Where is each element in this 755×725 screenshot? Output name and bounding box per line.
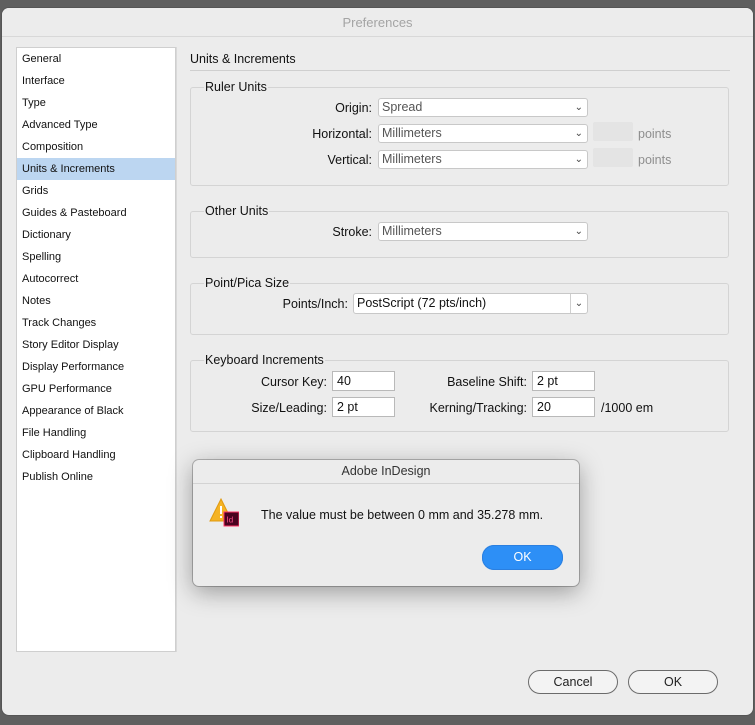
sidebar-item-general[interactable]: General <box>17 48 175 70</box>
sidebar-item-advanced-type[interactable]: Advanced Type <box>17 114 175 136</box>
keyboard-increments-group: Keyboard Increments <box>190 353 729 432</box>
sidebar-item-notes[interactable]: Notes <box>17 290 175 312</box>
chevron-down-icon: ⌄ <box>574 128 583 139</box>
sidebar-item-clipboard-handling[interactable]: Clipboard Handling <box>17 444 175 466</box>
horizontal-points-field <box>593 122 633 141</box>
alert-ok-button[interactable]: OK <box>482 545 563 570</box>
sidebar-item-autocorrect[interactable]: Autocorrect <box>17 268 175 290</box>
page-title: Units & Increments <box>190 52 296 66</box>
sidebar-divider <box>176 47 177 652</box>
indesign-icon-text: Id <box>227 516 234 525</box>
horizontal-units-select[interactable]: Millimeters ⌄ <box>378 124 588 143</box>
kerning-unit-label: /1000 em <box>601 401 654 415</box>
stroke-value: Millimeters <box>382 224 442 238</box>
sidebar-item-units-increments[interactable]: Units & Increments <box>17 158 175 180</box>
horizontal-points-label: points <box>638 127 672 141</box>
size-leading-input[interactable]: 2 pt <box>332 397 395 417</box>
ok-button[interactable]: OK <box>628 670 718 694</box>
sidebar-item-interface[interactable]: Interface <box>17 70 175 92</box>
sidebar-item-composition[interactable]: Composition <box>17 136 175 158</box>
sidebar-item-story-editor-display[interactable]: Story Editor Display <box>17 334 175 356</box>
keyboard-increments-title: Keyboard Increments <box>204 353 325 367</box>
window-title: Preferences <box>2 8 753 37</box>
chevron-down-icon: ⌄ <box>570 294 587 313</box>
sidebar-item-dictionary[interactable]: Dictionary <box>17 224 175 246</box>
alert-dialog: Adobe InDesign Id The value must be betw… <box>193 460 579 586</box>
sidebar-item-appearance-of-black[interactable]: Appearance of Black <box>17 400 175 422</box>
sidebar-item-file-handling[interactable]: File Handling <box>17 422 175 444</box>
points-per-inch-label: Points/Inch: <box>282 297 348 311</box>
vertical-value: Millimeters <box>382 152 442 166</box>
vertical-units-select[interactable]: Millimeters ⌄ <box>378 150 588 169</box>
size-leading-label: Size/Leading: <box>251 401 327 415</box>
title-divider <box>190 70 730 71</box>
cancel-button[interactable]: Cancel <box>528 670 618 694</box>
sidebar-item-guides-pasteboard[interactable]: Guides & Pasteboard <box>17 202 175 224</box>
points-per-inch-value: PostScript (72 pts/inch) <box>357 296 487 310</box>
alert-title: Adobe InDesign <box>193 460 579 484</box>
sidebar-item-track-changes[interactable]: Track Changes <box>17 312 175 334</box>
sidebar-item-gpu-performance[interactable]: GPU Performance <box>17 378 175 400</box>
vertical-points-field <box>593 148 633 167</box>
point-pica-title: Point/Pica Size <box>204 276 291 290</box>
vertical-label: Vertical: <box>327 153 372 167</box>
sidebar-item-display-performance[interactable]: Display Performance <box>17 356 175 378</box>
cursor-key-label: Cursor Key: <box>261 375 327 389</box>
kerning-tracking-label: Kerning/Tracking: <box>429 401 528 415</box>
vertical-points-label: points <box>638 153 672 167</box>
ruler-units-title: Ruler Units <box>204 80 268 94</box>
stroke-units-select[interactable]: Millimeters ⌄ <box>378 222 588 241</box>
warning-icon: Id <box>209 497 239 527</box>
chevron-down-icon: ⌄ <box>574 226 583 237</box>
origin-select[interactable]: Spread ⌄ <box>378 98 588 117</box>
preferences-sidebar: General Interface Type Advanced Type Composi… <box>16 47 176 652</box>
horizontal-label: Horizontal: <box>312 127 372 141</box>
baseline-shift-input[interactable]: 2 pt <box>532 371 595 391</box>
baseline-shift-label: Baseline Shift: <box>447 375 527 389</box>
origin-label: Origin: <box>335 101 372 115</box>
preferences-window: Preferences General Interface Type Advanced… <box>2 8 753 715</box>
horizontal-value: Millimeters <box>382 126 442 140</box>
points-per-inch-select[interactable]: PostScript (72 pts/inch) ⌄ <box>353 293 588 314</box>
other-units-title: Other Units <box>204 204 270 218</box>
chevron-down-icon: ⌄ <box>574 102 583 113</box>
alert-message: The value must be between 0 mm and 35.27… <box>261 508 544 522</box>
sidebar-item-publish-online[interactable]: Publish Online <box>17 466 175 488</box>
sidebar-item-spelling[interactable]: Spelling <box>17 246 175 268</box>
kerning-tracking-input[interactable]: 20 <box>532 397 595 417</box>
sidebar-item-type[interactable]: Type <box>17 92 175 114</box>
sidebar-item-grids[interactable]: Grids <box>17 180 175 202</box>
stroke-label: Stroke: <box>332 225 372 239</box>
chevron-down-icon: ⌄ <box>574 154 583 165</box>
cursor-key-input[interactable]: 40 <box>332 371 395 391</box>
origin-value: Spread <box>382 100 423 114</box>
